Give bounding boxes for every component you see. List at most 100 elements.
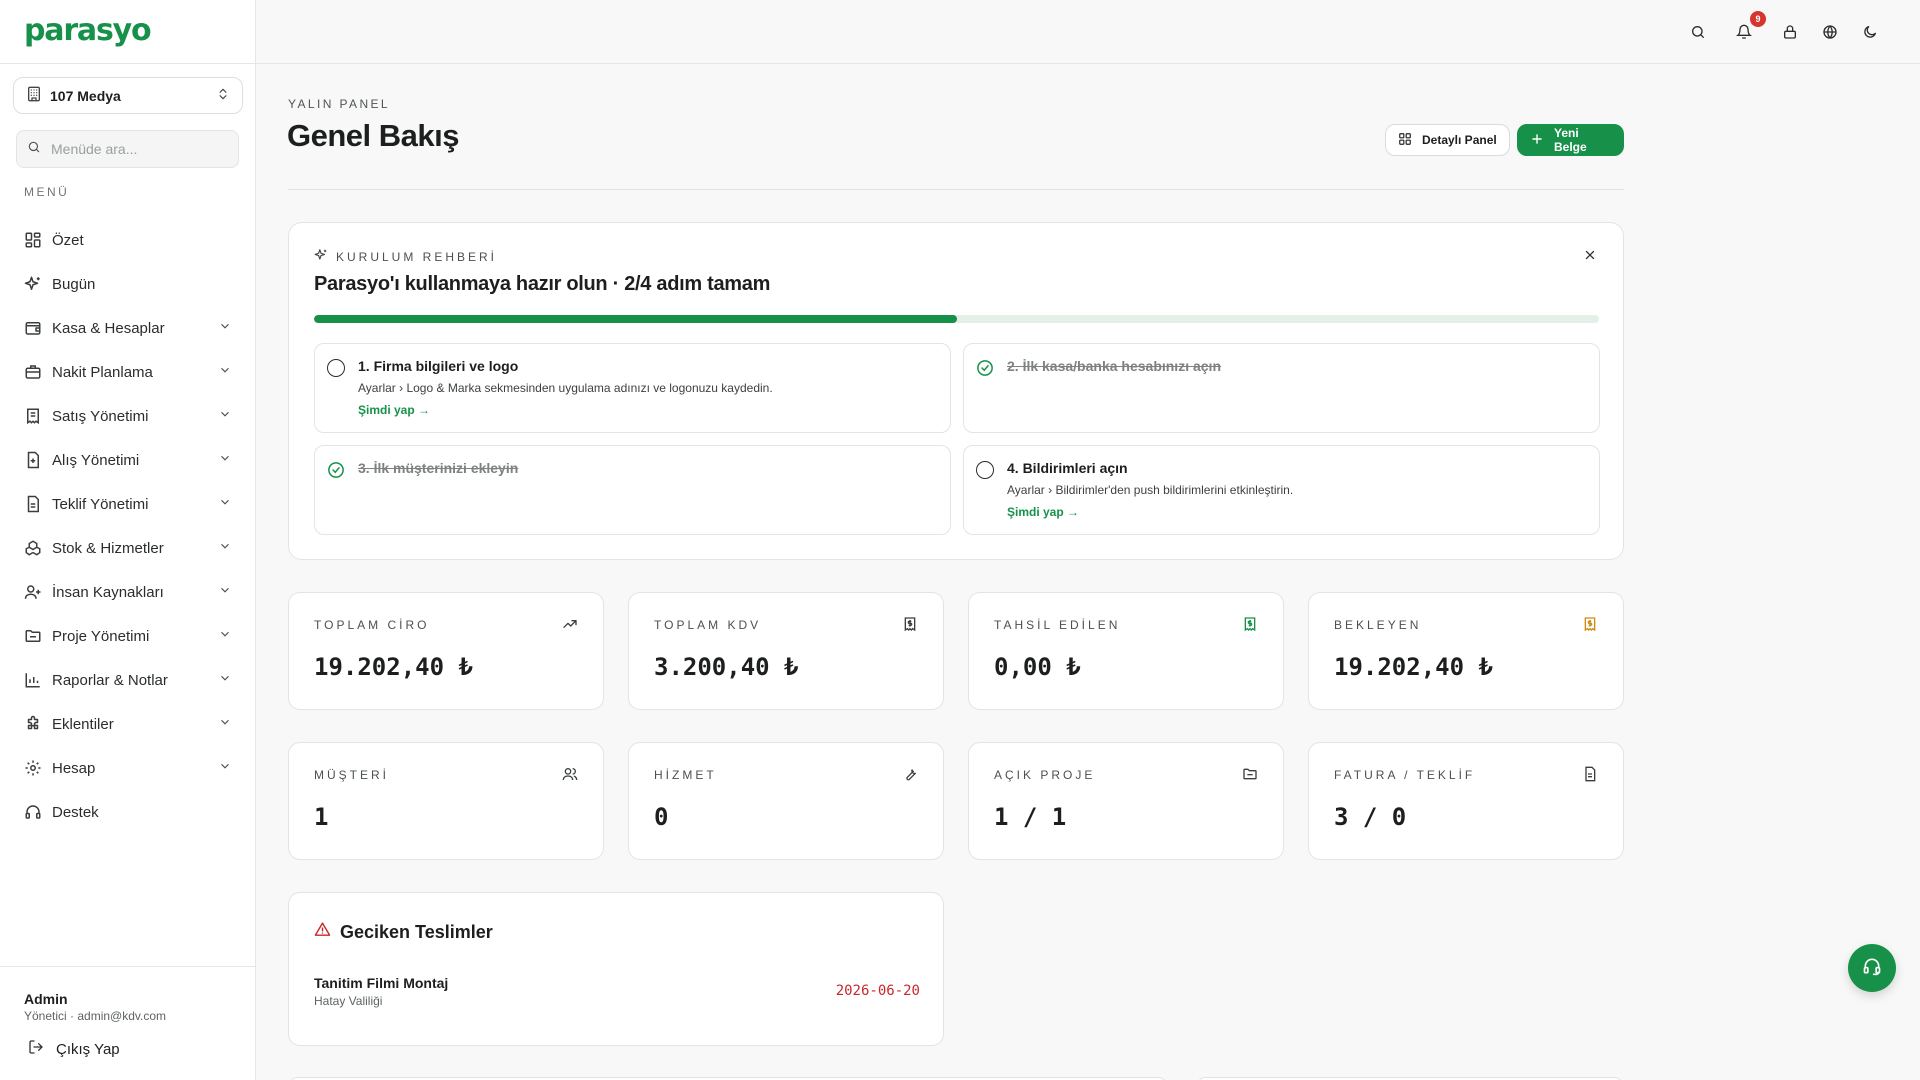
company-name: 107 Medya xyxy=(50,87,121,104)
search-icon[interactable] xyxy=(1686,20,1710,44)
sidebar-item-label: Raporlar & Notlar xyxy=(52,671,168,689)
trending-up-icon xyxy=(562,616,578,637)
setup-step-3[interactable]: 3. İlk müşterinizi ekleyin xyxy=(314,445,951,535)
late-deliveries-title: Geciken Teslimler xyxy=(340,921,493,942)
alert-triangle-icon xyxy=(314,921,331,943)
grid-icon xyxy=(1398,132,1412,149)
sidebar-item-teklif[interactable]: Teklif Yönetimi xyxy=(14,482,242,526)
stat-value: 19.202,40 ₺ xyxy=(314,653,473,681)
sparkles-icon xyxy=(24,275,42,293)
menu-search xyxy=(16,130,239,168)
check-circle-icon xyxy=(327,461,345,484)
support-fab-button[interactable] xyxy=(1848,944,1896,992)
sidebar-item-label: Eklentiler xyxy=(52,715,114,733)
sidebar-item-stok[interactable]: Stok & Hizmetler xyxy=(14,526,242,570)
step-action-link[interactable]: Şimdi yap → xyxy=(358,403,430,417)
receipt-plus-icon xyxy=(24,451,42,469)
close-icon[interactable] xyxy=(1583,248,1597,267)
setup-step-1[interactable]: 1. Firma bilgileri ve logo Ayarlar › Log… xyxy=(314,343,951,433)
sidebar-item-label: Hesap xyxy=(52,759,96,777)
users-icon xyxy=(562,766,578,787)
logout-button[interactable]: Çıkış Yap xyxy=(24,1033,120,1065)
sidebar-item-raporlar[interactable]: Raporlar & Notlar xyxy=(14,658,242,702)
stat-label: HİZMET xyxy=(654,768,717,782)
sidebar-item-ik[interactable]: İnsan Kaynakları xyxy=(14,570,242,614)
receipt-icon xyxy=(902,616,918,637)
late-deliveries-card: Geciken Teslimler Tanitim Filmi Montaj H… xyxy=(288,892,944,1046)
lock-icon[interactable] xyxy=(1778,20,1802,44)
wallet-icon xyxy=(24,319,42,337)
header-divider xyxy=(288,189,1624,190)
late-item-title: Tanitim Filmi Montaj xyxy=(314,975,449,991)
headset-icon xyxy=(24,803,42,821)
chevron-down-icon xyxy=(218,539,232,557)
stat-card-open-projects: AÇIK PROJE 1 / 1 xyxy=(968,742,1284,860)
chevron-down-icon xyxy=(218,451,232,469)
chevron-down-icon xyxy=(218,319,232,337)
chevron-down-icon xyxy=(218,759,232,777)
sidebar-item-label: Özet xyxy=(52,231,84,249)
setup-eyebrow: KURULUM REHBERİ xyxy=(314,248,497,265)
sidebar-item-label: Teklif Yönetimi xyxy=(52,495,149,513)
moon-icon[interactable] xyxy=(1858,20,1882,44)
users-icon xyxy=(24,583,42,601)
sparkles-icon xyxy=(314,248,328,265)
sidebar-item-kasa[interactable]: Kasa & Hesaplar xyxy=(14,306,242,350)
grid-icon xyxy=(24,231,42,249)
sidebar-nav: Özet Bugün Kasa & Hesaplar Nakit Planlam… xyxy=(14,218,242,834)
step-title: 4. Bildirimleri açın xyxy=(1007,460,1128,476)
gear-icon xyxy=(24,759,42,777)
sidebar-item-nakit[interactable]: Nakit Planlama xyxy=(14,350,242,394)
sidebar: parasyo 107 Medya MENÜ Özet Bugün Kasa &… xyxy=(0,0,256,1080)
globe-icon[interactable] xyxy=(1818,20,1842,44)
late-item-client: Hatay Valiliği xyxy=(314,994,383,1008)
stat-value: 0 xyxy=(654,803,669,831)
stat-label: BEKLEYEN xyxy=(1334,618,1422,632)
circle-icon xyxy=(327,359,345,377)
company-selector[interactable]: 107 Medya xyxy=(13,77,243,114)
stat-value: 1 xyxy=(314,803,329,831)
stat-card-services: HİZMET 0 xyxy=(628,742,944,860)
setup-title: Parasyo'ı kullanmaya hazır olun · 2/4 ad… xyxy=(314,273,771,295)
wrench-icon xyxy=(902,766,918,787)
logo-row: parasyo xyxy=(0,0,255,64)
briefcase-icon xyxy=(24,363,42,381)
new-document-button[interactable]: Yeni Belge xyxy=(1517,124,1624,156)
sidebar-item-label: Nakit Planlama xyxy=(52,363,153,381)
search-icon xyxy=(27,140,41,159)
stat-card-invoice-offer: FATURA / TEKLİF 3 / 0 xyxy=(1308,742,1624,860)
sidebar-item-bugun[interactable]: Bugün xyxy=(14,262,242,306)
chevron-down-icon xyxy=(218,583,232,601)
stat-card-pending: BEKLEYEN 19.202,40 ₺ xyxy=(1308,592,1624,710)
setup-step-2[interactable]: 2. İlk kasa/banka hesabınızı açın xyxy=(963,343,1600,433)
chevron-down-icon xyxy=(218,627,232,645)
sidebar-item-eklentiler[interactable]: Eklentiler xyxy=(14,702,242,746)
sidebar-item-label: Destek xyxy=(52,803,99,821)
bell-icon[interactable]: 9 xyxy=(1732,11,1766,44)
user-profile: Admin Yönetici · admin@kdv.com Çıkış Yap xyxy=(0,966,255,1080)
setup-progress-bar xyxy=(314,315,1599,323)
sidebar-item-alis[interactable]: Alış Yönetimi xyxy=(14,438,242,482)
sidebar-item-destek[interactable]: Destek xyxy=(14,790,242,834)
stat-label: TOPLAM CİRO xyxy=(314,618,430,632)
sidebar-item-ozet[interactable]: Özet xyxy=(14,218,242,262)
sidebar-item-satis[interactable]: Satış Yönetimi xyxy=(14,394,242,438)
menu-search-input[interactable] xyxy=(51,141,221,157)
setup-step-4[interactable]: 4. Bildirimleri açın Ayarlar › Bildiriml… xyxy=(963,445,1600,535)
stat-card-total-vat: TOPLAM KDV 3.200,40 ₺ xyxy=(628,592,944,710)
stat-card-collected: TAHSİL EDİLEN 0,00 ₺ xyxy=(968,592,1284,710)
user-role: Yönetici · admin@kdv.com xyxy=(24,1009,167,1023)
chevron-down-icon xyxy=(218,495,232,513)
detail-panel-button[interactable]: Detaylı Panel xyxy=(1385,124,1510,156)
stat-label: TOPLAM KDV xyxy=(654,618,762,632)
page-title: Genel Bakış xyxy=(287,118,459,153)
sidebar-item-proje[interactable]: Proje Yönetimi xyxy=(14,614,242,658)
sidebar-item-hesap[interactable]: Hesap xyxy=(14,746,242,790)
setup-eyebrow-text: KURULUM REHBERİ xyxy=(336,249,498,264)
app-logo[interactable]: parasyo xyxy=(24,12,231,50)
setup-guide-card: KURULUM REHBERİ Parasyo'ı kullanmaya haz… xyxy=(288,222,1624,560)
step-action-link[interactable]: Şimdi yap → xyxy=(1007,505,1079,519)
check-circle-icon xyxy=(976,359,994,382)
new-document-label: Yeni Belge xyxy=(1554,126,1587,154)
file-text-icon xyxy=(1582,766,1598,787)
